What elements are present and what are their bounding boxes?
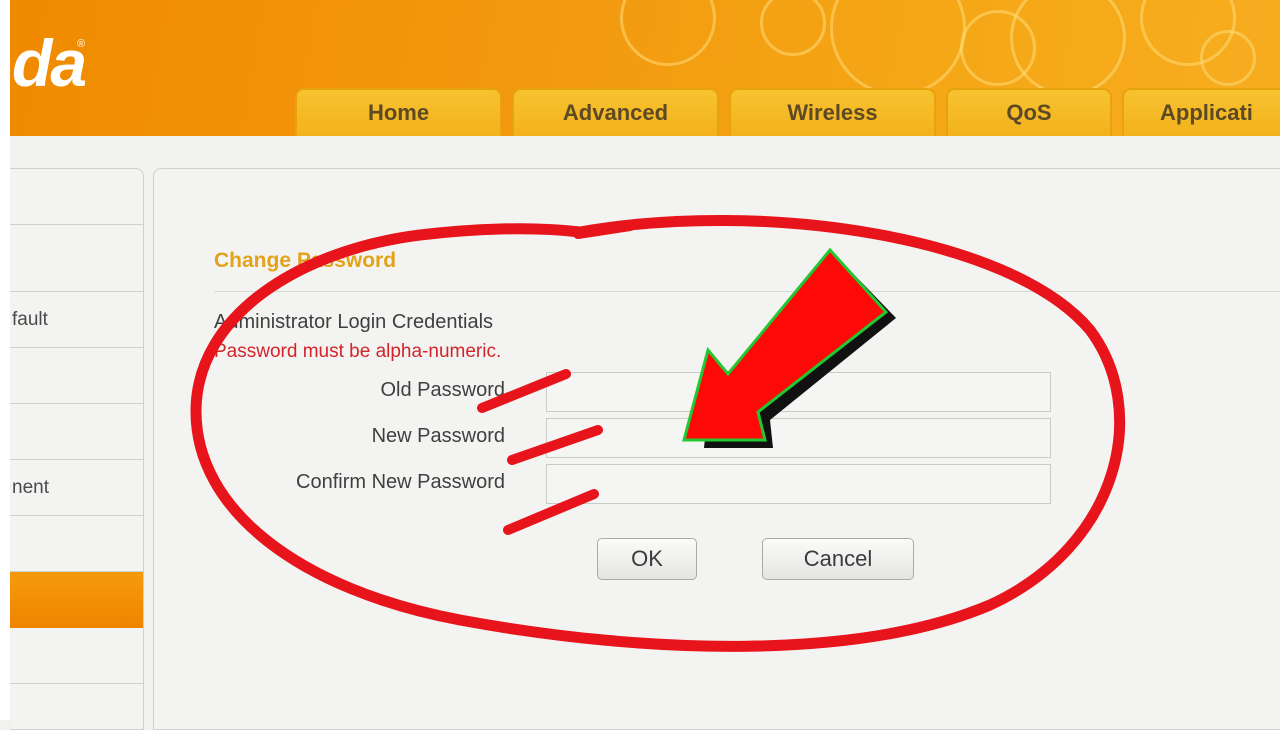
sidebar-item[interactable]: [10, 169, 143, 225]
new-password-label: New Password: [371, 425, 505, 447]
cancel-button[interactable]: Cancel: [762, 538, 914, 580]
sidebar-item[interactable]: [10, 628, 143, 684]
sidebar: fault nent: [10, 168, 144, 730]
confirm-password-label: Confirm New Password: [296, 471, 505, 493]
sidebar-item[interactable]: [10, 236, 143, 292]
bubble-decoration: [760, 0, 826, 56]
credentials-subtitle: Administrator Login Credentials: [214, 311, 494, 333]
registered-mark: ®: [77, 38, 86, 50]
brand-logo: da: [12, 26, 87, 100]
sidebar-item-label: nent: [12, 476, 49, 498]
header-bar: da ® Home Advanced Wireless QoS Applicat…: [0, 0, 1280, 136]
tab-label: Advanced: [562, 100, 669, 125]
ok-button[interactable]: OK: [597, 538, 697, 580]
new-password-input[interactable]: [546, 418, 1051, 458]
bubble-decoration: [620, 0, 716, 66]
tab-advanced[interactable]: Advanced: [512, 88, 719, 136]
tab-label: Wireless: [787, 100, 878, 125]
confirm-password-input[interactable]: [546, 464, 1051, 504]
tab-wireless[interactable]: Wireless: [729, 88, 936, 136]
password-rule-warning: Password must be alpha-numeric.: [214, 341, 502, 362]
tab-label: QoS: [1006, 100, 1052, 125]
tab-home[interactable]: Home: [295, 88, 502, 136]
sidebar-item-default[interactable]: fault: [10, 292, 143, 348]
tab-label: Applicati: [1160, 100, 1253, 125]
bubble-decoration: [830, 0, 966, 96]
sidebar-item-active[interactable]: [10, 572, 143, 628]
sidebar-item[interactable]: [10, 516, 143, 572]
tab-qos[interactable]: QoS: [946, 88, 1112, 136]
left-edge-strip: [0, 0, 10, 720]
section-divider: [214, 291, 1280, 292]
sidebar-item[interactable]: [10, 404, 143, 460]
bubble-decoration: [1200, 30, 1256, 86]
section-title: Change Password: [214, 249, 397, 272]
tab-label: Home: [367, 100, 430, 125]
sidebar-item-label: fault: [12, 308, 48, 330]
sidebar-item[interactable]: [10, 348, 143, 404]
bubble-decoration: [1010, 0, 1126, 96]
sidebar-item-management[interactable]: nent: [10, 460, 143, 516]
old-password-input[interactable]: [546, 372, 1051, 412]
old-password-label: Old Password: [380, 379, 506, 401]
tab-applications[interactable]: Applicati: [1122, 88, 1280, 136]
